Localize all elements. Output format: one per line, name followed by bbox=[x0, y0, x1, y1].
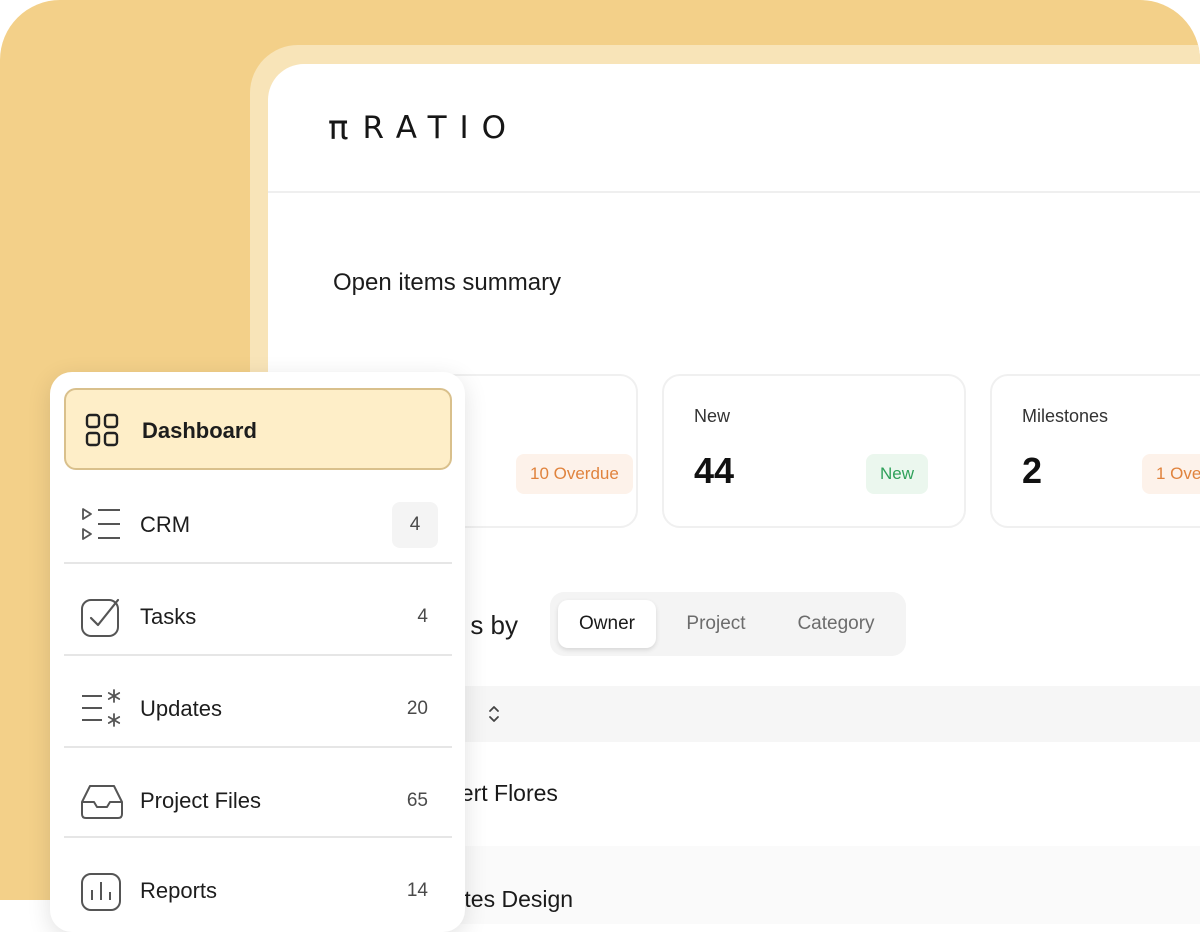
ratio-logo[interactable]: π RATIO bbox=[328, 108, 519, 148]
divider bbox=[64, 562, 452, 564]
card-value: 44 bbox=[694, 450, 735, 491]
new-badge: New bbox=[866, 454, 929, 494]
item-count: 4 bbox=[417, 606, 428, 627]
card-value: 2 bbox=[1022, 450, 1043, 491]
item-count: 20 bbox=[406, 698, 428, 719]
item-count-badge: 4 bbox=[392, 502, 438, 548]
sidebar-item-crm[interactable]: CRM 4 bbox=[64, 484, 452, 566]
divider bbox=[64, 746, 452, 748]
summary-card-new[interactable]: New 44 New bbox=[662, 374, 966, 528]
sidebar-item-reports[interactable]: Reports 14 bbox=[64, 850, 452, 932]
tab-project[interactable]: Project bbox=[662, 600, 770, 648]
inbox-icon bbox=[80, 780, 123, 822]
divider bbox=[64, 654, 452, 656]
updates-icon bbox=[80, 688, 122, 730]
overdue-badge: 10 Overdue bbox=[516, 454, 633, 494]
sidebar-item-label: Updates bbox=[140, 696, 222, 721]
sidebar-item-label: Reports bbox=[140, 878, 218, 903]
summary-card-milestones[interactable]: Milestones 2 1 Ove bbox=[990, 374, 1200, 528]
tab-category[interactable]: Category bbox=[776, 600, 896, 648]
divider bbox=[64, 836, 452, 838]
group-by-toggle: Owner Project Category bbox=[550, 592, 906, 656]
list-icon bbox=[80, 504, 122, 546]
logo-text: RATIO bbox=[362, 110, 520, 146]
item-count: 14 bbox=[406, 880, 428, 901]
chart-icon bbox=[80, 870, 122, 912]
item-count: 65 bbox=[406, 790, 428, 811]
sidebar-item-label: Tasks bbox=[140, 604, 197, 629]
summary-title: Open items summary bbox=[333, 269, 562, 296]
sort-icon[interactable] bbox=[484, 702, 504, 726]
checkbox-icon bbox=[80, 596, 122, 638]
grid-icon bbox=[84, 412, 126, 454]
sidebar-item-label: CRM bbox=[140, 512, 191, 537]
app-header: π RATIO bbox=[268, 64, 1200, 193]
logo-glyph: π bbox=[328, 108, 349, 148]
overdue-badge: 1 Ove bbox=[1142, 454, 1200, 494]
card-label: Milestones bbox=[1022, 406, 1109, 426]
sidebar-item-label: Project Files bbox=[140, 788, 262, 813]
sidebar-item-label: Dashboard bbox=[142, 418, 257, 443]
sidebar-item-updates[interactable]: Updates 20 bbox=[64, 668, 452, 750]
card-label: New bbox=[694, 406, 731, 426]
tab-owner[interactable]: Owner bbox=[558, 600, 656, 648]
sidebar-nav: Dashboard CRM 4 Tasks 4 Updates 20 Proje… bbox=[50, 372, 465, 932]
sidebar-item-tasks[interactable]: Tasks 4 bbox=[64, 576, 452, 658]
sidebar-item-dashboard[interactable]: Dashboard bbox=[64, 388, 452, 470]
sidebar-item-project-files[interactable]: Project Files 65 bbox=[64, 760, 452, 842]
